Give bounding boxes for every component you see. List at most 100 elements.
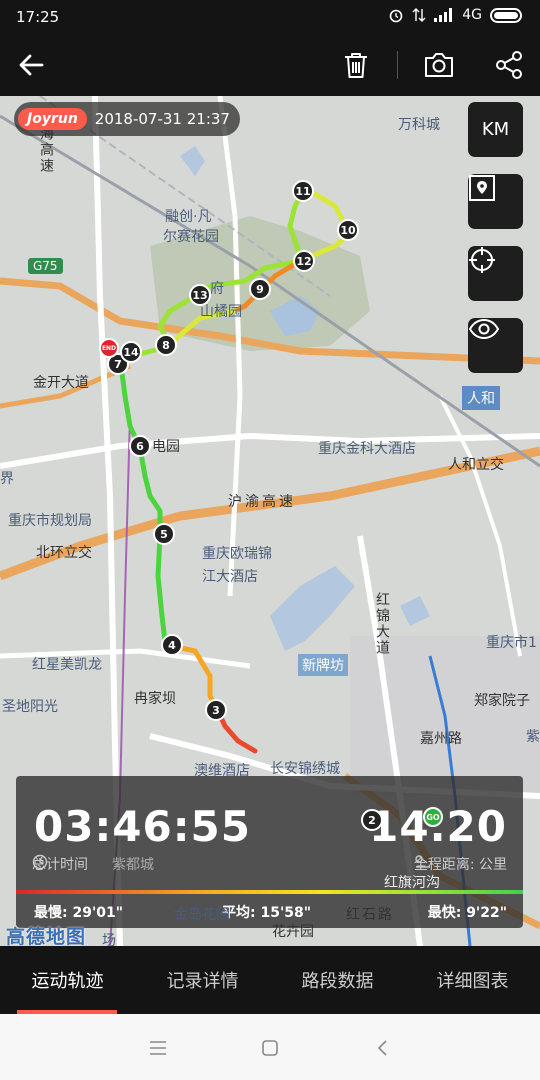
delete-button[interactable] bbox=[334, 44, 378, 86]
unit-toggle-button[interactable]: KM bbox=[468, 102, 523, 157]
distance-label-row: 全程距离: 公里 bbox=[414, 854, 507, 874]
km-marker: 10 bbox=[337, 219, 359, 241]
chevron-left-icon bbox=[377, 1040, 387, 1056]
map-label: 重庆金科大酒店 bbox=[318, 441, 416, 457]
map-label: 紫 bbox=[526, 729, 540, 745]
km-marker: 8 bbox=[155, 334, 177, 356]
km-marker: 14 bbox=[120, 341, 142, 363]
route-distance-icon bbox=[415, 855, 430, 868]
map-label: 重庆欧瑞锦 bbox=[202, 546, 272, 562]
menu-icon bbox=[150, 1041, 166, 1055]
km-marker: 2 bbox=[361, 809, 383, 831]
highway-shield: G75 bbox=[28, 258, 63, 274]
joyrun-logo: Joyrun bbox=[18, 108, 87, 130]
screenshot-button[interactable] bbox=[417, 44, 461, 86]
tab-splits[interactable]: 路段数据 bbox=[270, 946, 405, 1014]
back-arrow-icon bbox=[19, 54, 44, 76]
tab-bar: 运动轨迹 记录详情 路段数据 详细图表 bbox=[0, 946, 540, 1014]
app-root: 17:25 4G 万科城 海高速 融创·凡 尔赛花园 G75 府 山橘园 金开大… bbox=[0, 0, 540, 1080]
map-label: 圣地阳光 bbox=[2, 699, 58, 715]
end-marker: END bbox=[99, 338, 119, 358]
km-marker: 5 bbox=[153, 523, 175, 545]
map-label: 重庆市规划局 bbox=[8, 513, 92, 529]
map-label: 紫都城 bbox=[112, 857, 154, 873]
tab-charts[interactable]: 详细图表 bbox=[405, 946, 540, 1014]
battery-icon bbox=[490, 7, 522, 23]
amap-watermark: 高德地图 bbox=[6, 926, 87, 946]
share-button[interactable] bbox=[487, 44, 531, 86]
map-label: 沪渝高速 bbox=[228, 494, 296, 510]
signal-icon bbox=[434, 8, 453, 22]
clock-icon bbox=[32, 854, 48, 870]
view-toggle-button[interactable] bbox=[468, 318, 523, 373]
map-label: 江大酒店 bbox=[202, 569, 258, 585]
share-icon bbox=[496, 51, 522, 79]
map-label: 万科城 bbox=[398, 117, 440, 133]
network-type: 4G bbox=[462, 7, 482, 23]
map-label: 红石路 bbox=[346, 907, 394, 923]
km-marker: 11 bbox=[292, 180, 314, 202]
status-time: 17:25 bbox=[16, 8, 60, 26]
tab-route[interactable]: 运动轨迹 bbox=[0, 946, 135, 1014]
map-label: 融创·凡 bbox=[165, 209, 212, 225]
map-label: 冉家坝 bbox=[134, 691, 176, 707]
map-label: 红星美凯龙 bbox=[32, 657, 102, 673]
data-arrows-icon bbox=[412, 8, 426, 22]
map-label: 尔赛花园 bbox=[163, 229, 219, 245]
map-label: 界 bbox=[0, 471, 14, 487]
back-button[interactable] bbox=[9, 44, 53, 86]
km-marker: 6 bbox=[129, 435, 151, 457]
unit-label: KM bbox=[481, 119, 510, 140]
map-label: 电园 bbox=[152, 439, 180, 455]
toolbar-divider bbox=[397, 51, 398, 79]
map-label: 金开大道 bbox=[33, 375, 89, 391]
map-label: 场 bbox=[102, 933, 116, 946]
home-button[interactable] bbox=[252, 1030, 288, 1066]
map-label: 府 bbox=[210, 281, 224, 297]
map-label: 人和立交 bbox=[448, 457, 504, 473]
map-label: 花卉园 bbox=[272, 924, 314, 940]
tab-label: 路段数据 bbox=[301, 971, 374, 992]
system-back-button[interactable] bbox=[364, 1030, 400, 1066]
map-label: 北环立交 bbox=[36, 545, 92, 561]
km-marker: 4 bbox=[161, 634, 183, 656]
tab-label: 运动轨迹 bbox=[31, 971, 104, 992]
pace-gradient-bar bbox=[16, 890, 523, 894]
route-map[interactable]: 万科城 海高速 融创·凡 尔赛花园 G75 府 山橘园 金开大道 人和 重庆金科… bbox=[0, 96, 540, 946]
trash-icon bbox=[345, 53, 367, 78]
km-marker: 12 bbox=[293, 250, 315, 272]
fastest-pace: 最快: 9'22" bbox=[427, 905, 507, 921]
crosshair-icon bbox=[469, 247, 495, 273]
km-marker: 3 bbox=[205, 699, 227, 721]
tab-label: 记录详情 bbox=[166, 971, 239, 992]
map-label: 人和 bbox=[462, 386, 500, 410]
camera-icon bbox=[425, 53, 453, 77]
record-datetime: 2018-07-31 21:37 bbox=[94, 110, 230, 128]
map-type-button[interactable] bbox=[468, 174, 523, 229]
tab-details[interactable]: 记录详情 bbox=[135, 946, 270, 1014]
status-bar: 17:25 4G bbox=[0, 0, 540, 34]
system-nav-bar bbox=[0, 1014, 540, 1080]
map-label: 新牌坊 bbox=[298, 654, 348, 676]
km-marker: 13 bbox=[189, 284, 211, 306]
stats-panel: 03:46:55 14.20 总计时间 紫都城 全程距离: 公里 红旗河沟 最慢… bbox=[16, 776, 523, 928]
locate-button[interactable] bbox=[468, 246, 523, 301]
eye-icon bbox=[468, 318, 500, 340]
average-pace: 平均: 15'58" bbox=[222, 905, 312, 921]
map-marker-square-icon bbox=[469, 175, 495, 201]
slowest-pace: 最慢: 29'01" bbox=[34, 905, 124, 921]
map-label: 重庆市1 bbox=[486, 635, 537, 651]
map-label: 红锦大道 bbox=[374, 592, 390, 656]
status-icons: 4G bbox=[388, 7, 522, 23]
menu-button[interactable] bbox=[140, 1030, 176, 1066]
duration-label-row: 总计时间 紫都城 bbox=[32, 854, 154, 874]
start-marker: GO bbox=[423, 807, 443, 827]
km-marker: 9 bbox=[249, 278, 271, 300]
tab-label: 详细图表 bbox=[436, 971, 509, 992]
map-label: 郑家院子 bbox=[474, 693, 530, 709]
map-label: 金岛花园 bbox=[174, 907, 230, 923]
alarm-icon bbox=[389, 9, 403, 23]
map-label: 嘉州路 bbox=[420, 731, 462, 747]
map-label: 红旗河沟 bbox=[384, 875, 440, 891]
home-icon bbox=[262, 1040, 278, 1056]
